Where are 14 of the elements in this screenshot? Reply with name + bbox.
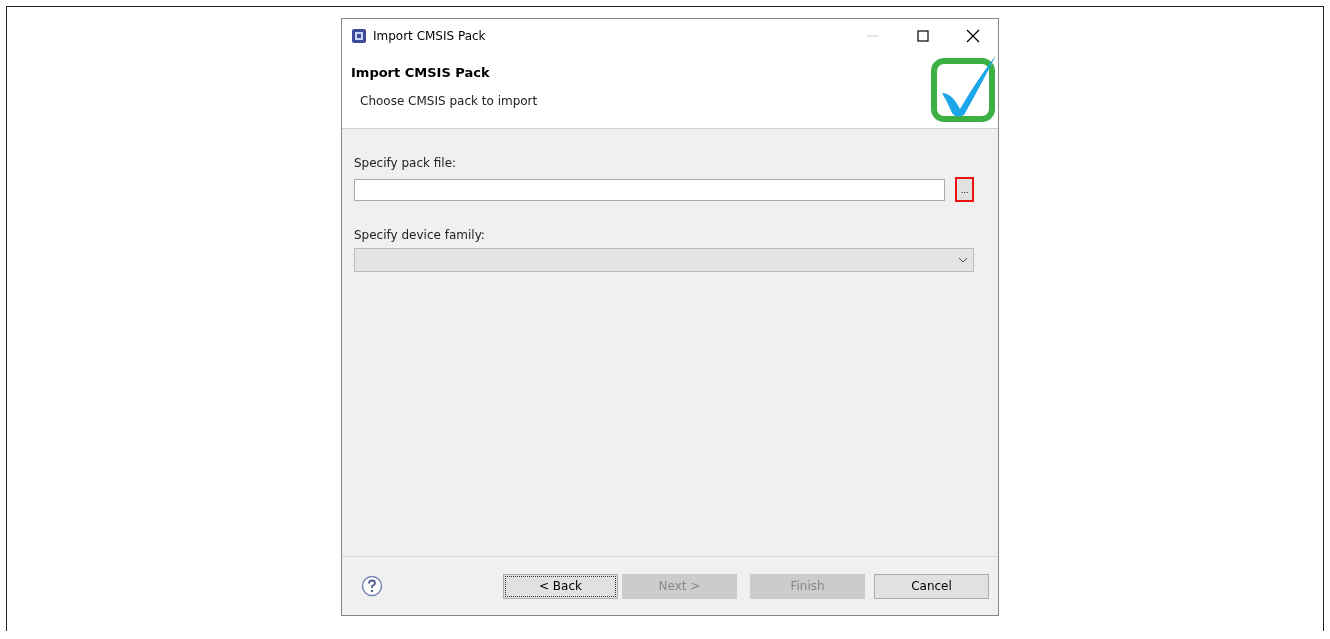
window-title: Import CMSIS Pack bbox=[373, 28, 486, 43]
page-description: Choose CMSIS pack to import bbox=[360, 94, 539, 108]
chevron-down-icon bbox=[958, 257, 968, 263]
dialog-button[interactable]: < Back bbox=[503, 573, 618, 599]
page-title: Import CMSIS Pack bbox=[351, 65, 491, 80]
maximize-icon[interactable] bbox=[914, 27, 932, 44]
dialog-button[interactable]: Cancel bbox=[874, 573, 989, 599]
field-label: Specify pack file: bbox=[354, 156, 458, 170]
help-icon[interactable] bbox=[361, 575, 383, 597]
close-icon[interactable] bbox=[964, 27, 982, 44]
field-label: Specify device family: bbox=[354, 228, 486, 242]
browse-button[interactable]: ... bbox=[955, 177, 974, 202]
chip-icon bbox=[351, 27, 367, 44]
pack-file-field[interactable] bbox=[354, 178, 946, 201]
